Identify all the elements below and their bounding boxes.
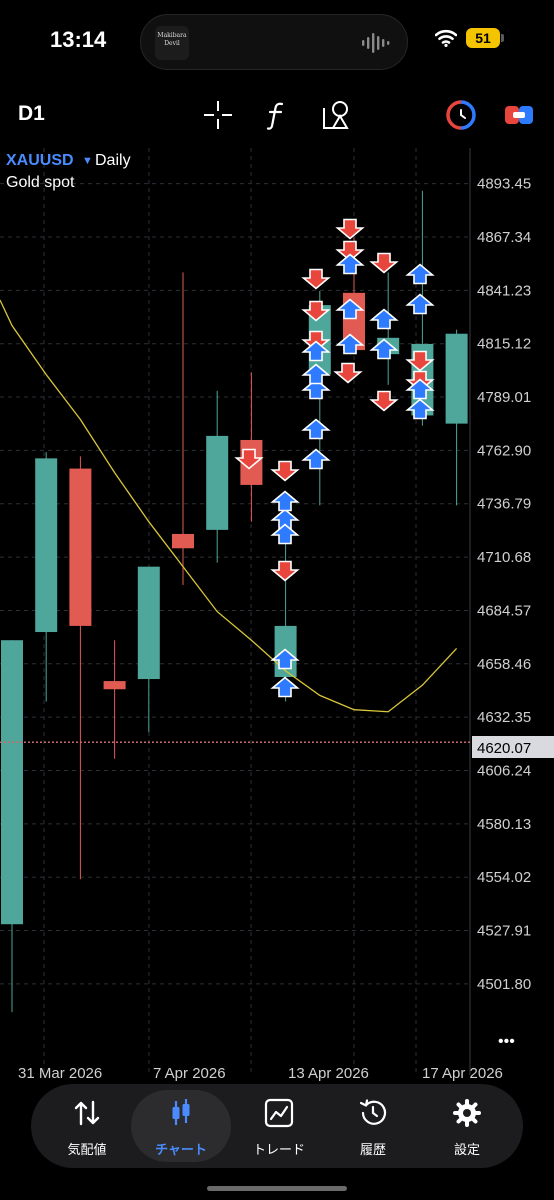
one-click-trading-icon[interactable] [444, 98, 478, 132]
tab-history[interactable]: 履歴 [323, 1090, 423, 1162]
tab-quotes[interactable]: 気配値 [37, 1090, 137, 1162]
price-axis: 4893.45 4867.34 4841.23 4815.12 4789.01 4762.… [477, 176, 531, 993]
sell-arrow [369, 390, 399, 412]
price-tick-label: 4658.46 [477, 656, 531, 673]
price-tick-label: 4710.68 [477, 549, 531, 566]
price-tick-label: 4606.24 [477, 762, 531, 779]
price-tick-label: 4684.57 [477, 602, 531, 619]
price-tick-label: 4893.45 [477, 176, 531, 193]
candle [69, 456, 92, 880]
dynamic-island[interactable]: Makibara Devil [140, 14, 408, 70]
buy-arrow [369, 308, 399, 330]
buy-arrow [270, 676, 300, 698]
now-playing-artwork: Makibara Devil [155, 26, 189, 60]
sell-arrow [335, 218, 365, 240]
price-tick-label: 4632.35 [477, 709, 531, 726]
candlestick-icon [172, 1099, 190, 1125]
chart-toolbar: D1 [0, 90, 554, 140]
objects-icon[interactable] [319, 98, 353, 132]
price-tick-label: 4867.34 [477, 229, 531, 246]
buy-arrow [405, 293, 435, 315]
sell-arrow [333, 362, 363, 384]
buy-arrow [301, 448, 331, 470]
candle [172, 272, 194, 586]
date-tick-label: 17 Apr 2026 [422, 1065, 503, 1082]
tab-settings[interactable]: 設定 [417, 1090, 517, 1162]
buy-arrow [405, 263, 435, 285]
sell-arrow [270, 560, 300, 582]
sell-arrow [369, 252, 399, 274]
buy-arrow [335, 253, 365, 275]
quotes-arrows-icon [74, 1100, 100, 1126]
candle-body [1, 640, 23, 925]
price-chart[interactable]: 4893.45 4867.34 4841.23 4815.12 4789.01 4762.… [0, 140, 554, 1084]
candles [1, 190, 468, 1013]
candle-body [103, 681, 126, 690]
price-tick-label: 4841.23 [477, 282, 531, 299]
tab-label: 設定 [453, 1142, 480, 1157]
status-bar: 13:14 Makibara Devil 51 [0, 0, 554, 90]
tab-bar: 気配値 チャート トレード 履歴 設定 [31, 1084, 523, 1168]
date-tick-label: 31 Mar 2026 [18, 1065, 102, 1082]
candle [103, 640, 126, 759]
candle [1, 640, 23, 1013]
tab-chart[interactable]: チャート [131, 1090, 231, 1162]
tab-label: チャート [155, 1142, 207, 1157]
tab-label: 履歴 [359, 1142, 386, 1157]
date-tick-label: 7 Apr 2026 [153, 1065, 226, 1082]
candle [137, 566, 160, 733]
price-tick-label: 4789.01 [477, 389, 531, 406]
battery-tip [501, 34, 504, 42]
symbol-label[interactable]: XAUUSD [6, 152, 74, 169]
wifi-icon [435, 29, 457, 47]
price-tick-label: 4527.91 [477, 923, 531, 940]
candle-body [206, 435, 229, 530]
candle [240, 372, 263, 522]
battery-icon: 51 [466, 28, 500, 48]
history-clock-icon [359, 1099, 387, 1125]
gear-icon [453, 1099, 481, 1127]
crosshair-icon[interactable] [201, 98, 235, 132]
symbol-description: Gold spot [6, 174, 75, 191]
buy-arrow [270, 490, 300, 512]
home-indicator [207, 1186, 347, 1191]
candle-body [172, 533, 194, 549]
price-tick-label: 4554.02 [477, 869, 531, 886]
buy-arrow [270, 523, 300, 545]
sell-arrow [270, 460, 300, 482]
date-tick-label: 13 Apr 2026 [288, 1065, 369, 1082]
price-tick-label: 4815.12 [477, 336, 531, 353]
sell-arrow [301, 268, 331, 290]
timeframe-button[interactable]: D1 [18, 102, 45, 126]
status-time: 13:14 [50, 27, 107, 52]
audio-waveform-icon [362, 33, 390, 53]
indicator-f-icon[interactable] [260, 98, 294, 132]
trade-arrows [234, 218, 435, 698]
candle [445, 329, 468, 506]
price-tick-label: 4580.13 [477, 816, 531, 833]
candle-body [35, 458, 58, 633]
candle [35, 452, 58, 702]
current-price-label: 4620.07 [477, 740, 531, 757]
candle [206, 390, 229, 563]
date-axis: 31 Mar 2026 7 Apr 2026 13 Apr 2026 17 Apr 2… [18, 1065, 503, 1082]
trade-chart-icon [264, 1098, 294, 1128]
tab-trade[interactable]: トレード [229, 1090, 329, 1162]
price-tick-label: 4762.90 [477, 442, 531, 459]
trade-toggle-icon[interactable] [502, 98, 536, 132]
price-tick-label: 4736.79 [477, 496, 531, 513]
candle-body [137, 566, 160, 680]
candle-body [69, 468, 92, 626]
tab-label: 気配値 [67, 1142, 107, 1157]
buy-arrow [301, 418, 331, 440]
more-options-icon[interactable]: ••• [498, 1033, 515, 1050]
tab-label: トレード [252, 1142, 305, 1157]
symbol-dropdown-icon[interactable]: ▼ [82, 155, 93, 167]
price-tick-label: 4501.80 [477, 976, 531, 993]
timeframe-label: Daily [95, 152, 131, 169]
candle-body [445, 333, 468, 424]
